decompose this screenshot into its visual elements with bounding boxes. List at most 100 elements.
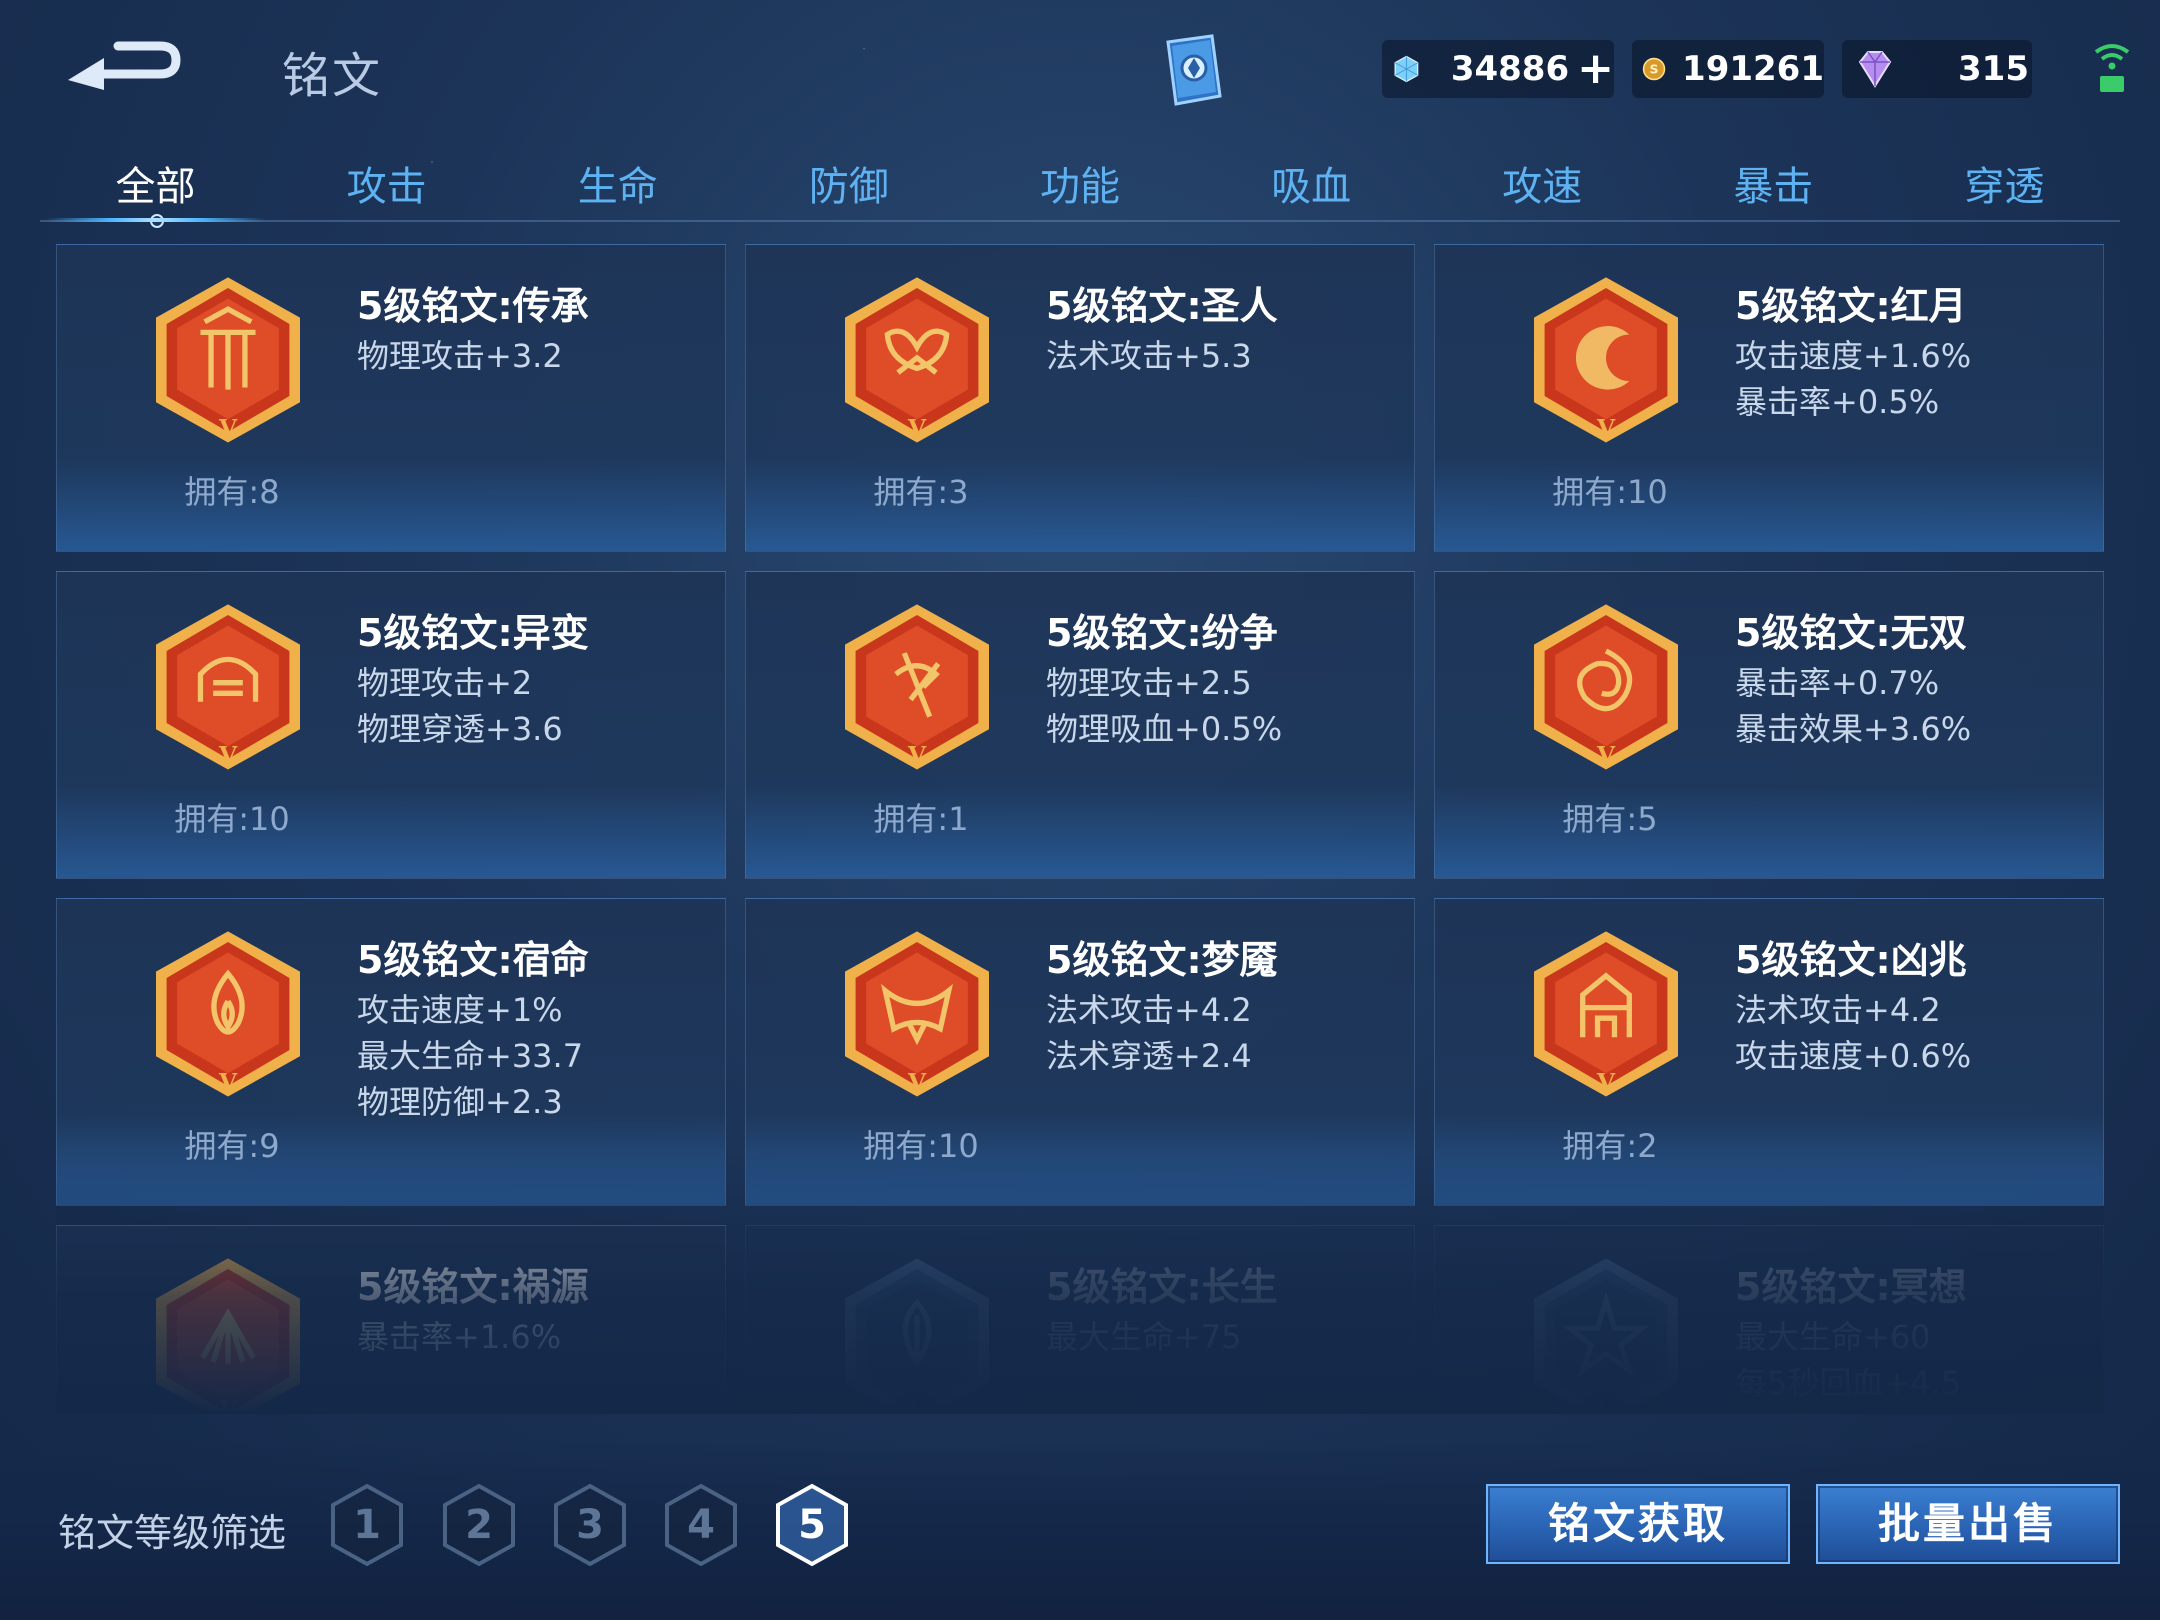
level-filter-4[interactable]: 4 <box>662 1482 740 1568</box>
bat-rune-icon: V <box>832 925 1002 1105</box>
gem-amount: 315 <box>1958 49 2029 89</box>
gold-currency: S 191261 <box>1632 40 1824 98</box>
tab-attack[interactable]: 攻击 <box>271 140 502 220</box>
svg-text:V: V <box>907 1396 927 1414</box>
diamond-amount: 34886 <box>1450 49 1570 89</box>
level-filter-5[interactable]: 5 <box>773 1482 851 1568</box>
rune-card[interactable]: V 5级铭文:宿命 攻击速度+1% 最大生命+33.7 物理防御+2.3 拥有:9 <box>56 898 726 1206</box>
rune-attributes: 物理攻击+3.2 <box>357 333 563 379</box>
rune-attributes: 法术攻击+4.2 法术穿透+2.4 <box>1046 987 1252 1079</box>
gold-amount: 191261 <box>1682 49 1824 89</box>
rune-attribute: 最大生命+75 <box>1046 1318 1242 1356</box>
rune-attributes: 攻击速度+1.6% 暴击率+0.5% <box>1735 333 1971 425</box>
diamond-crystal-icon <box>1394 55 1419 83</box>
rune-name: 5级铭文:传承 <box>357 284 589 328</box>
axe-rune-icon: V <box>832 598 1002 778</box>
page-title: 铭文 <box>282 48 383 104</box>
category-tabs: 全部 攻击 生命 防御 功能 吸血 攻速 暴击 穿透 <box>40 140 2120 228</box>
rune-attribute: 物理攻击+2 <box>357 664 533 702</box>
rune-attribute: 物理穿透+3.6 <box>357 710 563 748</box>
tab-health[interactable]: 生命 <box>502 140 733 220</box>
rune-card[interactable]: V 5级铭文:传承物理攻击+3.2 拥有:8 <box>56 244 726 552</box>
rune-card[interactable]: V 5级铭文:纷争 物理攻击+2.5 物理吸血+0.5% 拥有:1 <box>745 571 1415 879</box>
rune-attributes: 法术攻击+5.3 <box>1046 333 1252 379</box>
obtain-rune-button[interactable]: 铭文获取 <box>1486 1484 1790 1564</box>
svg-text:V: V <box>1596 742 1616 769</box>
rune-book-icon[interactable] <box>1150 28 1234 112</box>
rune-attribute: 攻击速度+1% <box>357 991 563 1029</box>
rune-attribute: 法术攻击+4.2 <box>1046 991 1252 1029</box>
bottom-bar: 铭文等级筛选 1 2 3 4 5 铭文获取 批量出售 <box>0 1440 2160 1620</box>
rune-attribute: 法术穿透+2.4 <box>1046 1037 1252 1075</box>
svg-text:V: V <box>907 742 927 769</box>
rune-name: 5级铭文:异变 <box>357 611 589 655</box>
rune-owned-count: 拥有:5 <box>1562 800 1658 838</box>
rune-name: 5级铭文:宿命 <box>357 938 589 982</box>
rune-attribute: 暴击率+0.5% <box>1735 383 1940 421</box>
tab-lifesteal[interactable]: 吸血 <box>1196 140 1427 220</box>
rune-card[interactable]: V 5级铭文:凶兆 法术攻击+4.2 攻击速度+0.6% 拥有:2 <box>1434 898 2104 1206</box>
diamond-currency: 34886 + <box>1382 40 1614 98</box>
rune-attributes: 最大生命+60 每5秒回血+4.5 <box>1735 1314 1961 1406</box>
rune-name: 5级铭文:无双 <box>1735 611 1967 655</box>
rune-name: 5级铭文:圣人 <box>1046 284 1278 328</box>
level-number: 5 <box>798 1502 826 1548</box>
tab-defense[interactable]: 防御 <box>733 140 964 220</box>
level-filter-2[interactable]: 2 <box>440 1482 518 1568</box>
rune-card[interactable]: V 5级铭文:祸源 暴击率+1.6% <box>56 1225 726 1414</box>
rune-attribute: 物理攻击+3.2 <box>357 337 563 375</box>
rune-attribute: 法术攻击+4.2 <box>1735 991 1941 1029</box>
tab-utility[interactable]: 功能 <box>964 140 1195 220</box>
rune-attribute: 物理防御+2.3 <box>357 1083 563 1121</box>
rune-card[interactable]: V 5级铭文:圣人 法术攻击+5.3 拥有:3 <box>745 244 1415 552</box>
rune-attributes: 法术攻击+4.2 攻击速度+0.6% <box>1735 987 1971 1079</box>
rune-attributes: 攻击速度+1% 最大生命+33.7 物理防御+2.3 <box>357 987 583 1125</box>
gold-coin-icon: S <box>1642 57 1666 81</box>
fan-rune-icon: V <box>143 1252 313 1414</box>
level-number: 4 <box>687 1502 715 1548</box>
rune-name: 5级铭文:长生 <box>1046 1265 1278 1309</box>
rune-name: 5级铭文:祸源 <box>357 1265 589 1309</box>
svg-text:S: S <box>1650 62 1659 77</box>
add-diamond-button[interactable]: + <box>1577 47 1614 91</box>
rune-attribute: 最大生命+60 <box>1735 1318 1931 1356</box>
rune-card[interactable]: V 5级铭文:长生最大生命+75 <box>745 1225 1415 1414</box>
purple-gem-icon <box>1858 51 1892 88</box>
rune-card[interactable]: V 5级铭文:冥想 最大生命+60 每5秒回血+4.5 <box>1434 1225 2104 1414</box>
wifi-signal-icon <box>2094 44 2130 92</box>
rune-owned-count: 拥有:8 <box>184 473 280 511</box>
rune-card[interactable]: V 5级铭文:无双暴击率+0.7% 暴击效果+3.6% 拥有:5 <box>1434 571 2104 879</box>
rune-name: 5级铭文:凶兆 <box>1735 938 1967 982</box>
header-bar: 铭文 34886 + S 191261 315 <box>0 0 2160 140</box>
level-filter-3[interactable]: 3 <box>551 1482 629 1568</box>
vortex-rune-icon: V <box>1521 598 1691 778</box>
back-arrow-icon[interactable] <box>60 30 190 100</box>
rune-owned-count: 拥有:2 <box>1562 1127 1658 1165</box>
rune-attribute: 攻击速度+1.6% <box>1735 337 1972 375</box>
svg-text:V: V <box>218 415 238 442</box>
tab-critical[interactable]: 暴击 <box>1658 140 1889 220</box>
batch-sell-button[interactable]: 批量出售 <box>1816 1484 2120 1564</box>
tab-all[interactable]: 全部 <box>40 140 271 228</box>
rune-attribute: 暴击率+0.7% <box>1735 664 1940 702</box>
rune-owned-count: 拥有:10 <box>863 1127 979 1165</box>
svg-text:V: V <box>1596 415 1616 442</box>
level-filter-1[interactable]: 1 <box>328 1482 406 1568</box>
leaf-rune-icon: V <box>832 1252 1002 1414</box>
rune-name: 5级铭文:冥想 <box>1735 1265 1967 1309</box>
crescent-moon-rune-icon: V <box>1521 271 1691 451</box>
tab-attack-speed[interactable]: 攻速 <box>1427 140 1658 220</box>
rune-grid: V 5级铭文:传承物理攻击+3.2 拥有:8 V 5级铭文:圣人法术攻击+5.3 拥… <box>56 244 2104 1414</box>
rune-card[interactable]: V 5级铭文:红月 攻击速度+1.6% 暴击率+0.5% 拥有:10 <box>1434 244 2104 552</box>
rune-attribute: 最大生命+33.7 <box>357 1037 584 1075</box>
rune-attribute: 暴击效果+3.6% <box>1735 710 1972 748</box>
gem-currency: 315 <box>1842 40 2032 98</box>
rune-name: 5级铭文:梦魇 <box>1046 938 1278 982</box>
rune-attributes: 暴击率+0.7% 暴击效果+3.6% <box>1735 660 1971 752</box>
rune-attribute: 法术攻击+5.3 <box>1046 337 1252 375</box>
rune-attribute: 每5秒回血+4.5 <box>1735 1364 1962 1402</box>
tab-penetration[interactable]: 穿透 <box>1889 140 2120 220</box>
rune-card[interactable]: V 5级铭文:异变 物理攻击+2 物理穿透+3.6 拥有:10 <box>56 571 726 879</box>
rune-card[interactable]: V 5级铭文:梦魇法术攻击+4.2 法术穿透+2.4 拥有:10 <box>745 898 1415 1206</box>
rune-attributes: 物理攻击+2 物理穿透+3.6 <box>357 660 563 752</box>
